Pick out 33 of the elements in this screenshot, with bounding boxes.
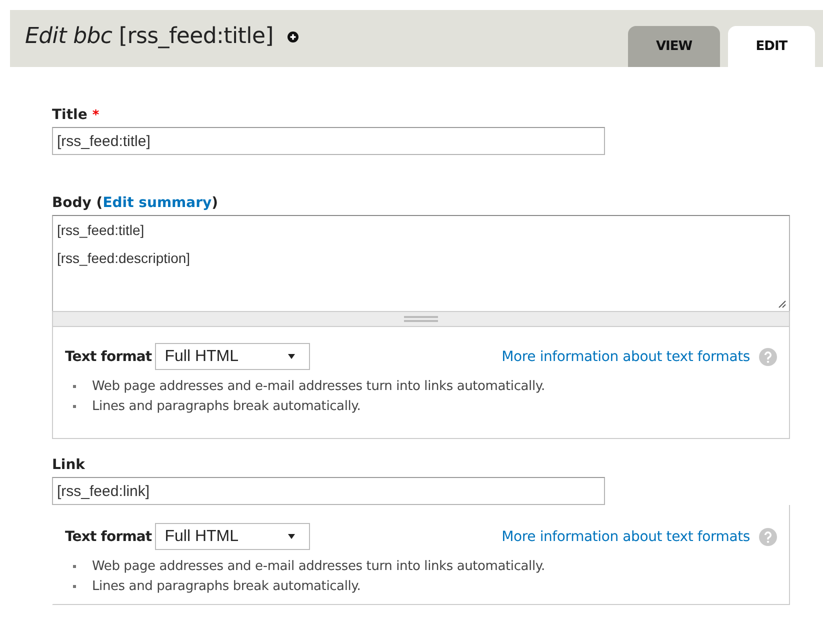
help-link[interactable]: More information about text formats [502,348,750,364]
dropdown-arrow-icon [288,354,295,359]
tip-text: Lines and paragraphs break automatically. [92,578,361,594]
input-field[interactable]: [rss_feed:link] [52,477,605,505]
help-icon [759,348,777,366]
help-link[interactable]: More information about text formats [502,528,750,544]
format-label: Text format [65,348,152,364]
tab[interactable]: EDIT [728,26,815,67]
format-label: Text format [65,528,152,544]
field-label: Title [52,107,88,123]
bullet-icon [73,584,76,588]
format-select[interactable]: Full HTML [154,343,310,370]
help-icon [759,528,777,546]
field-label: Link [52,457,85,473]
text-line: [rss_feed:title] [57,221,144,240]
input-field[interactable]: [rss_feed:title] [52,127,605,155]
edit-summary-link[interactable]: Edit summary [102,195,212,211]
resize-grip[interactable] [52,311,790,327]
tip-text: Web page addresses and e-mail addresses turn into links automatically. [92,558,545,574]
tip-text: Web page addresses and e-mail addresses turn into links automatically. [92,378,545,394]
plus-circle-icon[interactable] [287,30,300,42]
field-label: Body (Edit summary) [52,195,218,211]
page-title: Edit bbc [rss_feed:title] [25,24,274,49]
resize-handle-icon [778,300,786,308]
dropdown-arrow-icon [288,534,295,539]
required-mark: * [92,108,100,123]
bullet-icon [73,384,76,388]
text-line: [rss_feed:description] [57,249,190,268]
tab[interactable]: VIEW [628,26,720,67]
format-select[interactable]: Full HTML [154,523,310,550]
bullet-icon [73,404,76,408]
tip-text: Lines and paragraphs break automatically. [92,398,361,414]
bullet-icon [73,564,76,568]
